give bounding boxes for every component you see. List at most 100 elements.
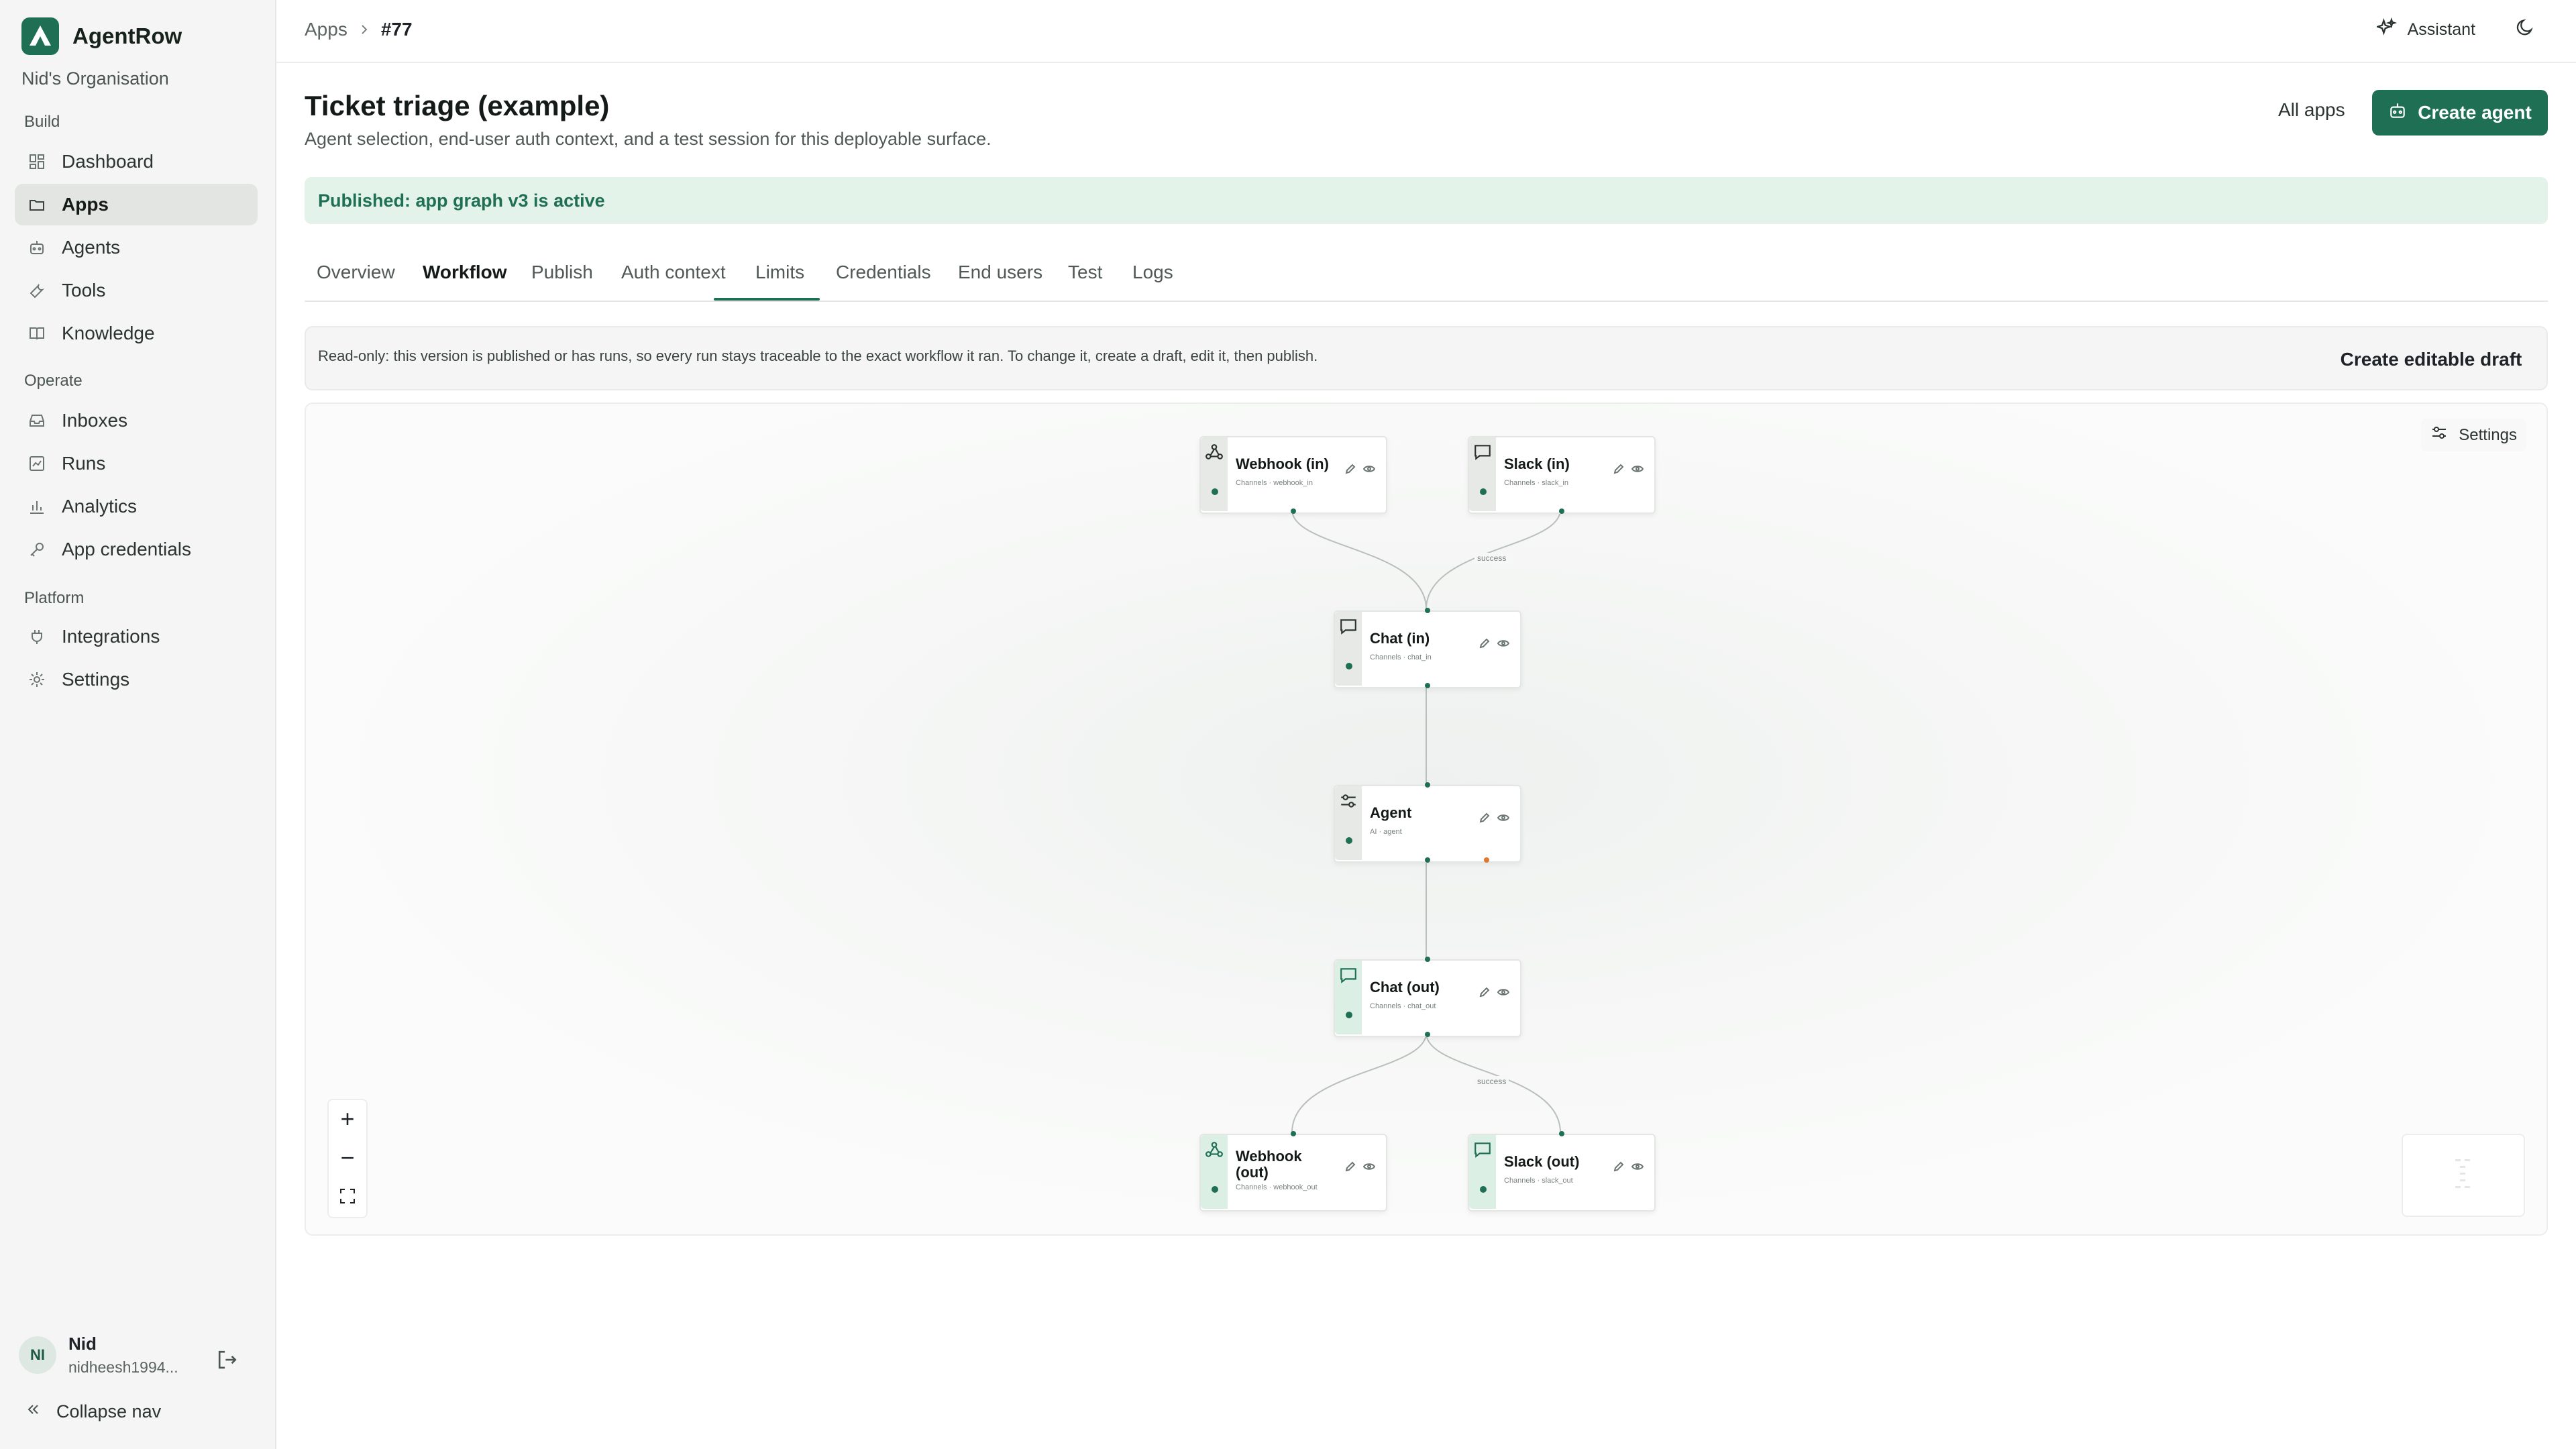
sidebar-item-settings[interactable]: Settings [15, 659, 258, 700]
chevron-right-icon [358, 19, 370, 40]
sidebar-item-inboxes[interactable]: Inboxes [15, 400, 258, 441]
plug-icon [27, 627, 47, 647]
agent-icon [1339, 792, 1358, 810]
brand-name: AgentRow [72, 23, 182, 48]
workflow-node-chat-in[interactable]: Chat (in) Channels · chat_in [1334, 608, 1521, 688]
sidebar-item-apps[interactable]: Apps [15, 184, 258, 225]
readonly-notice: Read-only: this version is published or … [305, 326, 2548, 390]
tab-credentials[interactable]: Credentials [836, 262, 931, 283]
edit-icon[interactable] [1344, 463, 1356, 478]
workflow-node-slack-out[interactable]: Slack (out) Channels · slack_out [1468, 1131, 1656, 1212]
sidebar-item-label: Settings [62, 669, 130, 690]
section-operate: Operate [24, 372, 83, 390]
inbox-icon [27, 411, 47, 431]
edit-icon[interactable] [1479, 986, 1491, 1002]
minimap[interactable] [2402, 1134, 2525, 1217]
node-title: Slack (in) [1504, 455, 1570, 472]
output-port[interactable] [1291, 508, 1296, 514]
apps-icon [27, 195, 47, 215]
tab-workflow[interactable]: Workflow [423, 262, 506, 283]
collapse-nav-button[interactable]: Collapse nav [24, 1401, 161, 1423]
eye-icon[interactable] [1497, 986, 1510, 1002]
assistant-label: Assistant [2407, 20, 2475, 39]
eye-icon[interactable] [1631, 463, 1644, 478]
breadcrumb: Apps #77 [305, 19, 413, 40]
workflow-node-slack-in[interactable]: Slack (in) Channels · slack_in [1468, 436, 1656, 514]
tab-limits[interactable]: Limits [755, 262, 804, 283]
tab-logs[interactable]: Logs [1132, 262, 1173, 283]
status-dot [1212, 488, 1218, 495]
tabs: Overview Workflow Publish Auth context L… [305, 254, 2548, 302]
input-port[interactable] [1425, 957, 1430, 962]
create-agent-label: Create agent [2418, 102, 2532, 123]
chat-icon [1339, 617, 1358, 636]
logout-icon[interactable] [216, 1348, 240, 1373]
input-port[interactable] [1425, 608, 1430, 613]
input-port[interactable] [1559, 1131, 1564, 1136]
node-subtitle: Channels · slack_in [1504, 479, 1568, 487]
sidebar-item-dashboard[interactable]: Dashboard [15, 141, 258, 182]
eye-icon[interactable] [1362, 1161, 1376, 1176]
input-port[interactable] [1425, 782, 1430, 788]
output-port[interactable] [1425, 857, 1430, 863]
tab-test[interactable]: Test [1068, 262, 1102, 283]
status-dot [1346, 663, 1352, 669]
zoom-in-button[interactable]: + [329, 1100, 366, 1138]
create-editable-draft-button[interactable]: Create editable draft [2330, 339, 2532, 380]
edit-icon[interactable] [1479, 812, 1491, 827]
brand[interactable]: AgentRow [21, 17, 182, 55]
sidebar-item-app-credentials[interactable]: App credentials [15, 529, 258, 570]
input-port[interactable] [1291, 1131, 1296, 1136]
output-port[interactable] [1425, 1032, 1430, 1037]
node-title: Webhook (in) [1236, 455, 1329, 472]
user-profile[interactable]: NI Nid nidheesh1994... [19, 1334, 178, 1377]
create-agent-button[interactable]: Create agent [2372, 90, 2548, 136]
status-dot [1480, 1186, 1487, 1193]
assistant-button[interactable]: Assistant [2375, 17, 2475, 42]
node-actions [1613, 1161, 1644, 1176]
workflow-node-webhook-in[interactable]: Webhook (in) Channels · webhook_in [1199, 436, 1387, 514]
tab-overview[interactable]: Overview [317, 262, 395, 283]
edit-icon[interactable] [1613, 463, 1625, 478]
output-port[interactable] [1559, 508, 1564, 514]
sidebar-item-integrations[interactable]: Integrations [15, 616, 258, 657]
tab-end-users[interactable]: End users [958, 262, 1042, 283]
edit-icon[interactable] [1344, 1161, 1356, 1176]
workflow-node-webhook-out[interactable]: Webhook (out) Channels · webhook_out [1199, 1131, 1387, 1212]
tab-auth-context[interactable]: Auth context [621, 262, 726, 283]
node-title: Webhook (out) [1236, 1148, 1302, 1181]
workflow-canvas[interactable]: Settings success success Webhook (in) Ch… [305, 402, 2548, 1236]
sidebar-item-tools[interactable]: Tools [15, 270, 258, 311]
sidebar-item-runs[interactable]: Runs [15, 443, 258, 484]
sidebar-item-agents[interactable]: Agents [15, 227, 258, 268]
status-dot [1346, 837, 1352, 844]
edge-webhook-in-to-chat-in [1291, 509, 1427, 610]
node-subtitle: Channels · webhook_in [1236, 479, 1313, 487]
fullscreen-icon [339, 1183, 356, 1211]
eye-icon[interactable] [1497, 812, 1510, 827]
sidebar-item-analytics[interactable]: Analytics [15, 486, 258, 527]
fit-view-button[interactable] [329, 1178, 366, 1216]
error-port[interactable] [1484, 857, 1489, 863]
sidebar-item-label: Agents [62, 237, 121, 258]
all-apps-link[interactable]: All apps [2278, 99, 2345, 121]
tab-publish[interactable]: Publish [531, 262, 593, 283]
edit-icon[interactable] [1613, 1161, 1625, 1176]
section-platform: Platform [24, 589, 85, 607]
eye-icon[interactable] [1631, 1161, 1644, 1176]
moon-icon[interactable] [2516, 17, 2536, 42]
breadcrumb-current: #77 [380, 19, 413, 40]
breadcrumb-apps[interactable]: Apps [305, 19, 347, 40]
workflow-node-agent[interactable]: Agent AI · agent [1334, 782, 1521, 863]
output-port[interactable] [1425, 683, 1430, 688]
org-name[interactable]: Nid's Organisation [21, 68, 169, 89]
eye-icon[interactable] [1362, 463, 1376, 478]
sidebar-item-label: Integrations [62, 626, 160, 647]
edit-icon[interactable] [1479, 637, 1491, 653]
eye-icon[interactable] [1497, 637, 1510, 653]
zoom-out-button[interactable]: − [329, 1139, 366, 1177]
workflow-node-chat-out[interactable]: Chat (out) Channels · chat_out [1334, 957, 1521, 1037]
node-actions [1344, 1161, 1376, 1176]
sidebar-item-label: Apps [62, 194, 109, 215]
sidebar-item-knowledge[interactable]: Knowledge [15, 313, 258, 354]
